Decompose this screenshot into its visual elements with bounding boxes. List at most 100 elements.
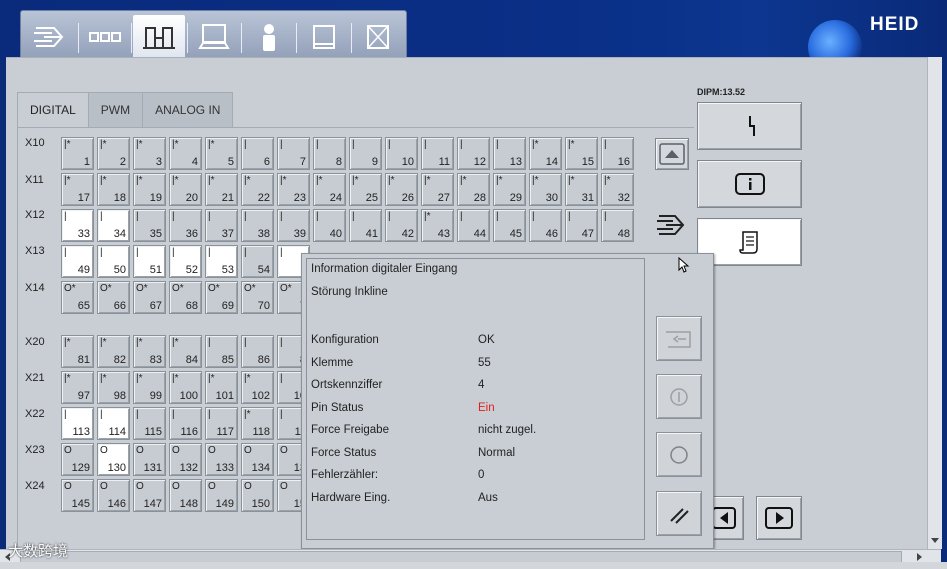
io-cell[interactable]: | 41: [349, 209, 382, 242]
io-cell[interactable]: | 42: [385, 209, 418, 242]
io-cell[interactable]: |* 28: [457, 173, 490, 206]
io-cell[interactable]: | 53: [205, 245, 238, 278]
io-cell[interactable]: |* 99: [133, 371, 166, 404]
io-cell[interactable]: | 10: [385, 137, 418, 170]
io-cell[interactable]: |* 100: [169, 371, 202, 404]
io-cell[interactable]: | 39: [277, 209, 310, 242]
io-cell[interactable]: | 12: [457, 137, 490, 170]
io-cell[interactable]: |* 25: [349, 173, 382, 206]
io-cell[interactable]: O 133: [205, 443, 238, 476]
io-cell[interactable]: | 115: [133, 407, 166, 440]
io-cell[interactable]: O 148: [169, 479, 202, 512]
io-cell[interactable]: |* 84: [169, 335, 202, 368]
io-cell[interactable]: | 116: [169, 407, 202, 440]
io-cell[interactable]: |* 118: [241, 407, 274, 440]
io-cell[interactable]: O 129: [61, 443, 94, 476]
io-cell[interactable]: | 117: [205, 407, 238, 440]
info-button[interactable]: [697, 160, 802, 208]
io-cell[interactable]: |* 4: [169, 137, 202, 170]
tab-pwm[interactable]: PWM: [87, 92, 144, 128]
scroll-right-arrow-icon[interactable]: [914, 552, 924, 562]
io-cell[interactable]: |* 27: [421, 173, 454, 206]
io-cell[interactable]: | 52: [169, 245, 202, 278]
io-cell[interactable]: |* 98: [97, 371, 130, 404]
io-cell[interactable]: | 51: [133, 245, 166, 278]
io-cell[interactable]: O* 66: [97, 281, 130, 314]
scroll-down-arrow-icon[interactable]: [930, 535, 940, 545]
io-cell[interactable]: | 11: [421, 137, 454, 170]
io-cell[interactable]: | 7: [277, 137, 310, 170]
toolbar-button-close[interactable]: [352, 15, 404, 59]
io-cell[interactable]: | 16: [601, 137, 634, 170]
io-cell[interactable]: |* 32: [601, 173, 634, 206]
io-cell[interactable]: O* 67: [133, 281, 166, 314]
io-cell[interactable]: | 113: [61, 407, 94, 440]
io-cell[interactable]: |* 19: [133, 173, 166, 206]
tab-digital[interactable]: DIGITAL: [17, 92, 89, 128]
io-cell[interactable]: | 48: [601, 209, 634, 242]
io-cell[interactable]: | 36: [169, 209, 202, 242]
io-cell[interactable]: |* 14: [529, 137, 562, 170]
error-button[interactable]: [697, 102, 802, 150]
toolbar-button-user[interactable]: [243, 15, 295, 59]
io-cell[interactable]: | 86: [241, 335, 274, 368]
io-cell[interactable]: | 9: [349, 137, 382, 170]
io-cell[interactable]: | 47: [565, 209, 598, 242]
io-cell[interactable]: | 85: [205, 335, 238, 368]
io-cell[interactable]: |* 81: [61, 335, 94, 368]
io-cell[interactable]: O 150: [241, 479, 274, 512]
io-cell[interactable]: |* 102: [241, 371, 274, 404]
io-cell[interactable]: | 6: [241, 137, 274, 170]
force-off-button[interactable]: [656, 432, 702, 477]
io-cell[interactable]: | 38: [241, 209, 274, 242]
io-cell[interactable]: O* 69: [205, 281, 238, 314]
io-cell[interactable]: | 33: [61, 209, 94, 242]
io-cell[interactable]: | 35: [133, 209, 166, 242]
horizontal-scrollbar[interactable]: [0, 549, 941, 563]
io-cell[interactable]: O 146: [97, 479, 130, 512]
io-cell[interactable]: |* 1: [61, 137, 94, 170]
io-cell[interactable]: |* 83: [133, 335, 166, 368]
toolbar-button-register[interactable]: [79, 15, 131, 59]
io-cell[interactable]: |* 97: [61, 371, 94, 404]
io-cell[interactable]: |* 20: [169, 173, 202, 206]
io-cell[interactable]: | 114: [97, 407, 130, 440]
io-cell[interactable]: |* 22: [241, 173, 274, 206]
io-cell[interactable]: | 34: [97, 209, 130, 242]
io-cell[interactable]: |* 2: [97, 137, 130, 170]
tab-analog-in[interactable]: ANALOG IN: [142, 92, 234, 128]
toolbar-button-window[interactable]: [298, 15, 350, 59]
io-cell[interactable]: |8: [313, 137, 346, 170]
io-cell[interactable]: O* 65: [61, 281, 94, 314]
io-cell[interactable]: |* 26: [385, 173, 418, 206]
io-cell[interactable]: |* 29: [493, 173, 526, 206]
io-cell[interactable]: |* 43: [421, 209, 454, 242]
io-cell[interactable]: O 134: [241, 443, 274, 476]
vertical-scrollbar[interactable]: [927, 57, 942, 549]
io-cell[interactable]: | 40: [313, 209, 346, 242]
io-cell[interactable]: | 45: [493, 209, 526, 242]
io-cell[interactable]: O 145: [61, 479, 94, 512]
io-cell[interactable]: | 46: [529, 209, 562, 242]
io-cell[interactable]: |* 15: [565, 137, 598, 170]
io-cell[interactable]: | 13: [493, 137, 526, 170]
io-cell[interactable]: |* 24: [313, 173, 346, 206]
io-cell[interactable]: O 131: [133, 443, 166, 476]
io-cell[interactable]: | 49: [61, 245, 94, 278]
io-cell[interactable]: | 50: [97, 245, 130, 278]
io-cell[interactable]: |* 31: [565, 173, 598, 206]
io-cell[interactable]: O* 68: [169, 281, 202, 314]
io-cell[interactable]: |* 23: [277, 173, 310, 206]
io-cell[interactable]: O 130: [97, 443, 130, 476]
io-cell[interactable]: |* 18: [97, 173, 130, 206]
scroll-up-button[interactable]: [655, 138, 689, 170]
toolbar-button-plc-io[interactable]: [133, 15, 185, 59]
toolbar-button-laser[interactable]: [24, 15, 76, 59]
io-cell[interactable]: O 149: [205, 479, 238, 512]
io-cell[interactable]: |* 82: [97, 335, 130, 368]
io-cell[interactable]: |* 5: [205, 137, 238, 170]
io-cell[interactable]: | 37: [205, 209, 238, 242]
io-cell[interactable]: |* 21: [205, 173, 238, 206]
io-cell[interactable]: | 44: [457, 209, 490, 242]
io-cell[interactable]: |* 101: [205, 371, 238, 404]
